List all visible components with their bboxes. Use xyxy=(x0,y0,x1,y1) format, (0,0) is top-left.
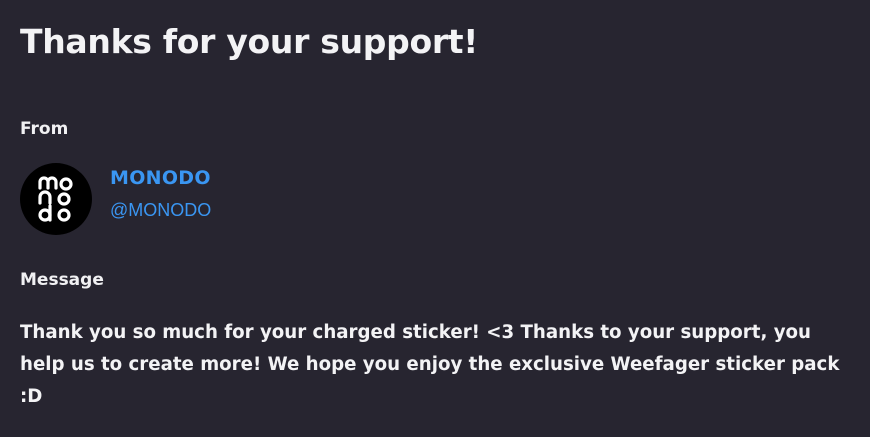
monodo-logo-icon xyxy=(38,176,73,222)
message-label: Message xyxy=(20,270,104,290)
sender-name[interactable]: MONODO xyxy=(110,166,211,190)
sender-info: MONODO @MONODO xyxy=(110,166,211,222)
from-label: From xyxy=(20,119,69,139)
sender-handle[interactable]: @MONODO xyxy=(110,198,211,222)
page-title: Thanks for your support! xyxy=(20,22,479,61)
avatar[interactable] xyxy=(20,163,92,235)
message-text: Thank you so much for your charged stick… xyxy=(20,322,840,407)
sender-card[interactable]: MONODO @MONODO xyxy=(20,163,211,235)
